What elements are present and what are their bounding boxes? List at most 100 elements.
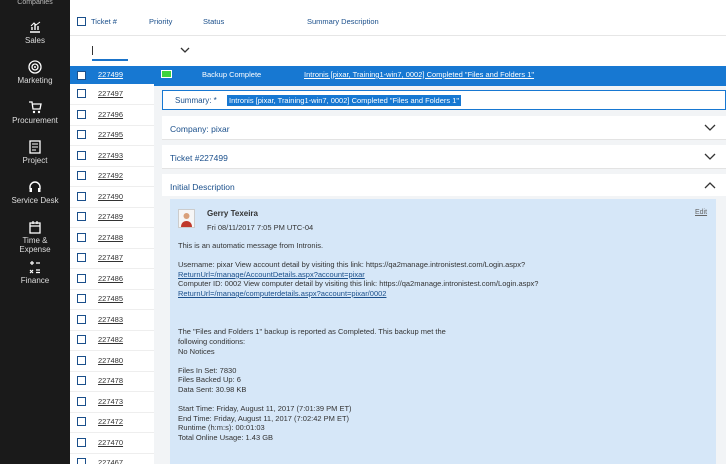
ticket-status: Backup Complete: [202, 70, 262, 79]
ticket-number-link[interactable]: 227492: [98, 171, 123, 180]
section-company[interactable]: Company: pixar: [162, 116, 726, 140]
row-checkbox[interactable]: [77, 314, 86, 324]
nav-label: Time &: [22, 236, 48, 245]
ticket-number-link[interactable]: 227497: [98, 89, 123, 98]
row-checkbox[interactable]: [77, 212, 86, 221]
row-checkbox[interactable]: [77, 130, 86, 139]
ticket-number-link[interactable]: 227488: [98, 233, 123, 242]
ticket-number-link[interactable]: 227495: [98, 130, 123, 139]
nav-item-service-desk[interactable]: Service Desk: [0, 176, 70, 216]
ticket-number-link[interactable]: 227483: [98, 315, 123, 324]
section-ticket[interactable]: Ticket #227499: [162, 145, 726, 169]
column-ticket-number[interactable]: Ticket #: [91, 17, 117, 26]
nav-label: Sales: [24, 36, 45, 45]
row-divider: [70, 227, 154, 228]
row-divider: [70, 309, 154, 310]
nav-item-finance[interactable]: Finance: [0, 256, 70, 296]
nav-label: Service Desk: [11, 196, 59, 205]
section-title: Ticket #227499: [170, 153, 228, 163]
ticket-number-link[interactable]: 227487: [98, 253, 123, 262]
chevron-down-icon[interactable]: [704, 152, 716, 163]
row-divider: [70, 350, 154, 351]
row-divider: [70, 104, 154, 105]
note-line: No Notices: [178, 346, 215, 356]
ticket-number-link[interactable]: 227482: [98, 335, 123, 344]
summary-field[interactable]: Summary: * Intronis [pixar, Training1-wi…: [162, 90, 726, 110]
ticket-number-link[interactable]: 227473: [98, 397, 123, 406]
ticket-number-link[interactable]: 227493: [98, 151, 123, 160]
row-divider: [70, 247, 154, 249]
target-icon: [28, 60, 42, 74]
ticket-number-link[interactable]: 227489: [98, 212, 123, 221]
nav-item-time-expense[interactable]: Time & Expense: [0, 216, 70, 256]
row-checkbox[interactable]: [77, 71, 86, 80]
row-divider: [70, 329, 154, 331]
note-line: Runtime (h:m:s): 00:01:03: [178, 423, 265, 433]
note-date: Fri 08/11/2017 7:05 PM UTC-04: [207, 223, 314, 232]
project-icon: [28, 140, 42, 154]
row-checkbox[interactable]: [77, 89, 86, 98]
ticket-number[interactable]: 227499: [98, 70, 123, 79]
row-divider: [70, 452, 154, 454]
row-divider: [70, 186, 154, 187]
nav-item-project[interactable]: Project: [0, 136, 70, 176]
row-checkbox[interactable]: [77, 396, 86, 406]
row-checkbox[interactable]: [77, 458, 86, 464]
summary-label: Summary: *: [175, 96, 217, 105]
ticket-number-link[interactable]: 227478: [98, 376, 123, 385]
cart-icon: [28, 100, 42, 114]
edit-link[interactable]: Edit: [695, 209, 707, 216]
row-divider: [70, 370, 154, 372]
row-checkbox[interactable]: [77, 171, 86, 180]
row-divider: [70, 288, 154, 290]
row-checkbox[interactable]: [77, 294, 86, 303]
ticket-summary-link[interactable]: Intronis [pixar, Training1-win7, 0002] C…: [304, 70, 534, 79]
nav-item-sales[interactable]: Sales: [0, 16, 70, 56]
priority-filter-chevron-icon[interactable]: [180, 46, 190, 56]
row-divider: [70, 411, 154, 413]
note-line[interactable]: ReturnUrl=/manage/computerdetails.aspx?a…: [178, 289, 386, 299]
row-checkbox[interactable]: [77, 150, 86, 160]
ticket-number-link[interactable]: 227496: [98, 110, 123, 119]
row-checkbox[interactable]: [77, 109, 86, 119]
filter-row: [70, 36, 726, 58]
chevron-down-icon[interactable]: [704, 123, 716, 134]
finance-icon: [28, 260, 42, 274]
column-summary-description[interactable]: Summary Description: [307, 17, 379, 26]
select-all-checkbox[interactable]: [77, 17, 86, 26]
ticket-number-link[interactable]: 227490: [98, 192, 123, 201]
column-priority[interactable]: Priority: [149, 17, 172, 26]
row-checkbox[interactable]: [77, 253, 86, 262]
note-line[interactable]: Username: pixar View account detail by v…: [178, 260, 525, 270]
ticket-number-link[interactable]: 227472: [98, 417, 123, 426]
row-checkbox[interactable]: [77, 273, 86, 283]
row-checkbox[interactable]: [77, 232, 86, 242]
row-divider: [70, 124, 154, 126]
ticket-number-link[interactable]: 227485: [98, 294, 123, 303]
note-line[interactable]: Computer ID: 0002 View computer detail b…: [178, 279, 538, 289]
row-checkbox[interactable]: [77, 191, 86, 201]
nav-label: Marketing: [17, 76, 53, 85]
summary-input[interactable]: Intronis [pixar, Training1-win7, 0002] C…: [227, 95, 462, 106]
ticket-filter-input[interactable]: [92, 46, 128, 55]
ticket-filter-underline: [92, 59, 128, 61]
row-checkbox[interactable]: [77, 376, 86, 385]
ticket-number-link[interactable]: 227486: [98, 274, 123, 283]
row-checkbox[interactable]: [77, 417, 86, 426]
row-checkbox[interactable]: [77, 335, 86, 344]
nav-item-marketing[interactable]: Marketing: [0, 56, 70, 96]
row-checkbox[interactable]: [77, 355, 86, 365]
column-status[interactable]: Status: [203, 17, 224, 26]
note-line[interactable]: ReturnUrl=/manage/AccountDetails.aspx?ac…: [178, 270, 365, 280]
ticket-number-link[interactable]: 227467: [98, 458, 123, 464]
main-nav: Companies Sales Marketing Procurement Pr…: [0, 0, 70, 464]
chevron-up-icon[interactable]: [704, 181, 716, 192]
section-initial-description[interactable]: Initial Description: [162, 174, 726, 196]
nav-item-procurement[interactable]: Procurement: [0, 96, 70, 136]
priority-indicator: [161, 70, 172, 78]
ticket-number-link[interactable]: 227480: [98, 356, 123, 365]
nav-label: Project: [22, 156, 48, 165]
nav-label: Procurement: [12, 116, 58, 125]
ticket-number-link[interactable]: 227470: [98, 438, 123, 447]
row-checkbox[interactable]: [77, 437, 86, 447]
